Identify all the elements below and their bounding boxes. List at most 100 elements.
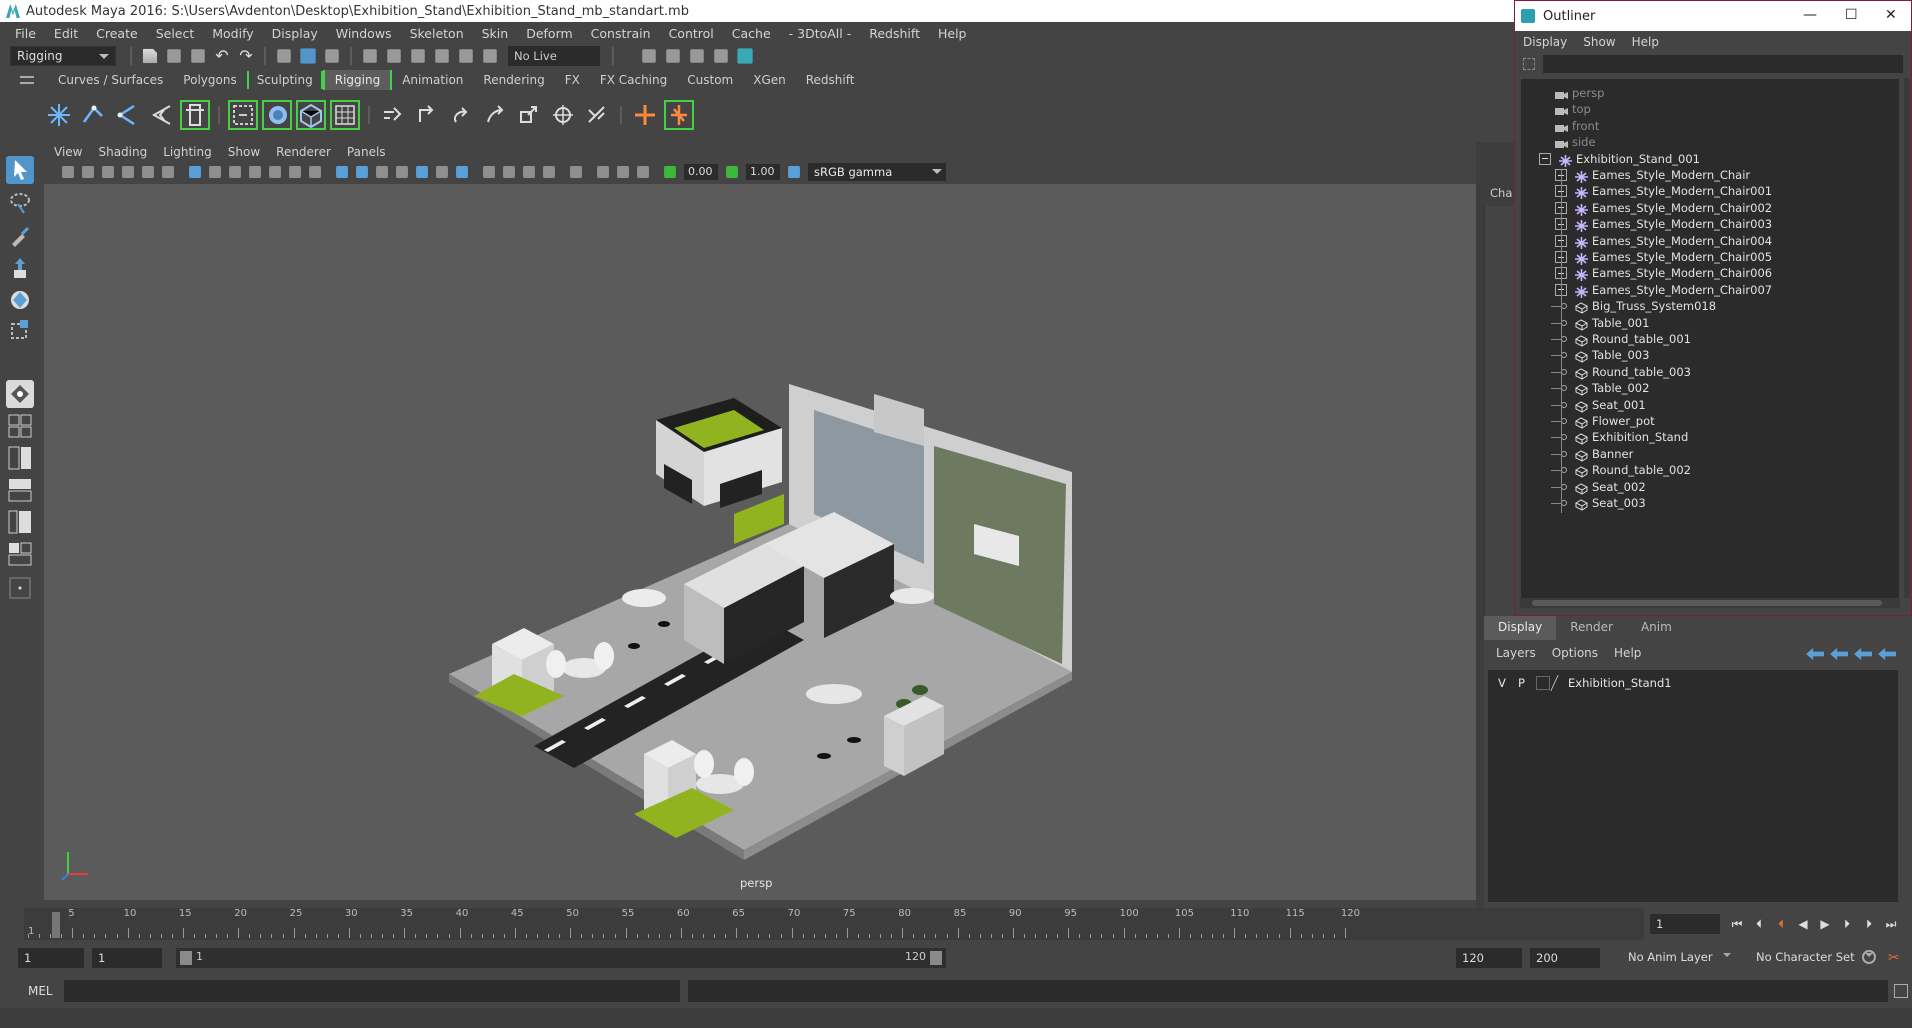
character-set-dropdown[interactable]: No Character Set: [1756, 950, 1873, 964]
shelf-tab-xgen[interactable]: XGen: [743, 70, 796, 90]
play-backward-icon[interactable]: ◀: [1794, 916, 1812, 932]
layer-tab-display[interactable]: Display: [1484, 616, 1557, 640]
select-hierarchy-icon[interactable]: [277, 49, 291, 63]
cluster-icon[interactable]: [378, 100, 408, 130]
menu-set-dropdown[interactable]: Rigging: [10, 46, 116, 66]
layer-visibility-toggle[interactable]: V: [1498, 674, 1506, 692]
outliner-search-input[interactable]: [1543, 55, 1903, 73]
ik-handle-icon[interactable]: [78, 100, 108, 130]
play-forward-icon[interactable]: ▶: [1816, 916, 1834, 932]
preferences-icon[interactable]: ✂: [1888, 950, 1900, 966]
camera-attributes-icon[interactable]: [82, 166, 94, 178]
outliner-menu-display[interactable]: Display: [1523, 35, 1567, 49]
layout-outliner-icon[interactable]: [6, 540, 34, 568]
bind-skin-icon[interactable]: [228, 100, 258, 130]
2d-pan-zoom-icon[interactable]: [142, 166, 154, 178]
snap-surface-icon[interactable]: [459, 49, 473, 63]
hypershade-icon[interactable]: [737, 48, 753, 64]
menu-skeleton[interactable]: Skeleton: [401, 26, 473, 41]
safe-title-icon[interactable]: [309, 166, 321, 178]
step-back-frame-icon[interactable]: ⏴: [1772, 916, 1790, 932]
orient-constraint-icon[interactable]: [480, 100, 510, 130]
exposure-field[interactable]: 0.00: [684, 164, 718, 180]
hik-character-icon[interactable]: [180, 100, 210, 130]
layer-color-swatch[interactable]: [1550, 675, 1570, 691]
set-driven-key-icon[interactable]: [664, 100, 694, 130]
shelf-tab-fx-caching[interactable]: FX Caching: [590, 70, 677, 90]
paint-weights-icon[interactable]: [296, 100, 326, 130]
paint-select-icon[interactable]: [6, 222, 34, 250]
menu-edit[interactable]: Edit: [45, 26, 87, 41]
bookmark-icon[interactable]: [102, 166, 114, 178]
close-button[interactable]: ✕: [1885, 7, 1897, 23]
perspective-viewport[interactable]: persp: [44, 184, 1476, 900]
wireframe-on-shaded-icon[interactable]: [376, 166, 388, 178]
layer-tab-render[interactable]: Render: [1556, 616, 1627, 640]
panel-menu-lighting[interactable]: Lighting: [163, 145, 212, 159]
point-constraint-icon[interactable]: [446, 100, 476, 130]
layout-persp-outliner-icon[interactable]: [6, 476, 34, 504]
range-slider-track[interactable]: 1 120: [176, 948, 946, 968]
range-start-handle[interactable]: [180, 951, 192, 965]
panel-menu-show[interactable]: Show: [228, 145, 260, 159]
range-end-handle[interactable]: [930, 951, 942, 965]
layout-single-icon[interactable]: [6, 574, 34, 602]
animation-start-field[interactable]: 1: [18, 948, 84, 968]
move-tool-icon[interactable]: [6, 254, 34, 282]
snap-view-icon[interactable]: [435, 49, 449, 63]
menu-skin[interactable]: Skin: [473, 26, 518, 41]
layer-menu-layers[interactable]: Layers: [1496, 646, 1536, 660]
select-component-icon[interactable]: [325, 49, 339, 63]
shadows-icon[interactable]: [436, 166, 448, 178]
select-object-icon[interactable]: [300, 48, 316, 64]
menu-control[interactable]: Control: [660, 26, 723, 41]
last-tool-icon[interactable]: [6, 380, 34, 408]
maximize-button[interactable]: ☐: [1845, 7, 1858, 23]
command-input[interactable]: [64, 980, 680, 1002]
textured-icon[interactable]: [396, 166, 408, 178]
snap-curve-icon[interactable]: [387, 49, 401, 63]
pole-vector-icon[interactable]: [582, 100, 612, 130]
anim-layer-dropdown[interactable]: No Anim Layer: [1628, 950, 1731, 964]
outliner-horizontal-scrollbar[interactable]: [1520, 598, 1900, 608]
new-scene-icon[interactable]: [142, 48, 158, 64]
redo-icon[interactable]: ↷: [237, 47, 255, 65]
hud-icon[interactable]: [637, 166, 649, 178]
gamma-icon[interactable]: [726, 166, 738, 178]
use-all-lights-icon[interactable]: [416, 166, 428, 178]
menu-create[interactable]: Create: [87, 26, 147, 41]
auto-key-icon[interactable]: [1862, 950, 1876, 964]
render-view-icon[interactable]: [642, 49, 656, 63]
xray-active-icon[interactable]: [617, 166, 629, 178]
panel-menu-view[interactable]: View: [54, 145, 82, 159]
shelf-tab-fx[interactable]: FX: [555, 70, 590, 90]
layer-playback-toggle[interactable]: P: [1518, 674, 1525, 692]
layer-tab-anim[interactable]: Anim: [1627, 616, 1686, 640]
panel-menu-panels[interactable]: Panels: [347, 145, 386, 159]
panel-menu-renderer[interactable]: Renderer: [276, 145, 331, 159]
wireframe-icon[interactable]: [336, 166, 348, 178]
shelf-tab-rigging[interactable]: Rigging: [322, 70, 393, 90]
animation-end-field[interactable]: 200: [1530, 948, 1600, 968]
move-layer-down-icon[interactable]: [1830, 648, 1848, 660]
layout-four-icon[interactable]: [6, 412, 34, 440]
shelf-tab-sculpting[interactable]: Sculpting: [246, 71, 323, 89]
field-chart-icon[interactable]: [269, 166, 281, 178]
grid-icon[interactable]: [189, 166, 201, 178]
layout-two-icon[interactable]: [6, 444, 34, 472]
menu-constrain[interactable]: Constrain: [582, 26, 660, 41]
go-to-end-icon[interactable]: ⏭: [1882, 916, 1900, 932]
menu-redshift[interactable]: Redshift: [860, 26, 929, 41]
script-language-label[interactable]: MEL: [28, 984, 53, 998]
snap-grid-icon[interactable]: [363, 49, 377, 63]
outliner-menu-help[interactable]: Help: [1632, 35, 1659, 49]
motion-blur-icon[interactable]: [503, 166, 515, 178]
joint-tool-icon[interactable]: [44, 100, 74, 130]
isolate-select-icon[interactable]: [570, 166, 582, 178]
menu-modify[interactable]: Modify: [203, 26, 262, 41]
menu-windows[interactable]: Windows: [327, 26, 401, 41]
ik-spline-icon[interactable]: [112, 100, 142, 130]
depth-of-field-icon[interactable]: [543, 166, 555, 178]
anti-aliasing-icon[interactable]: [523, 166, 535, 178]
lasso-tool-icon[interactable]: [6, 190, 34, 218]
